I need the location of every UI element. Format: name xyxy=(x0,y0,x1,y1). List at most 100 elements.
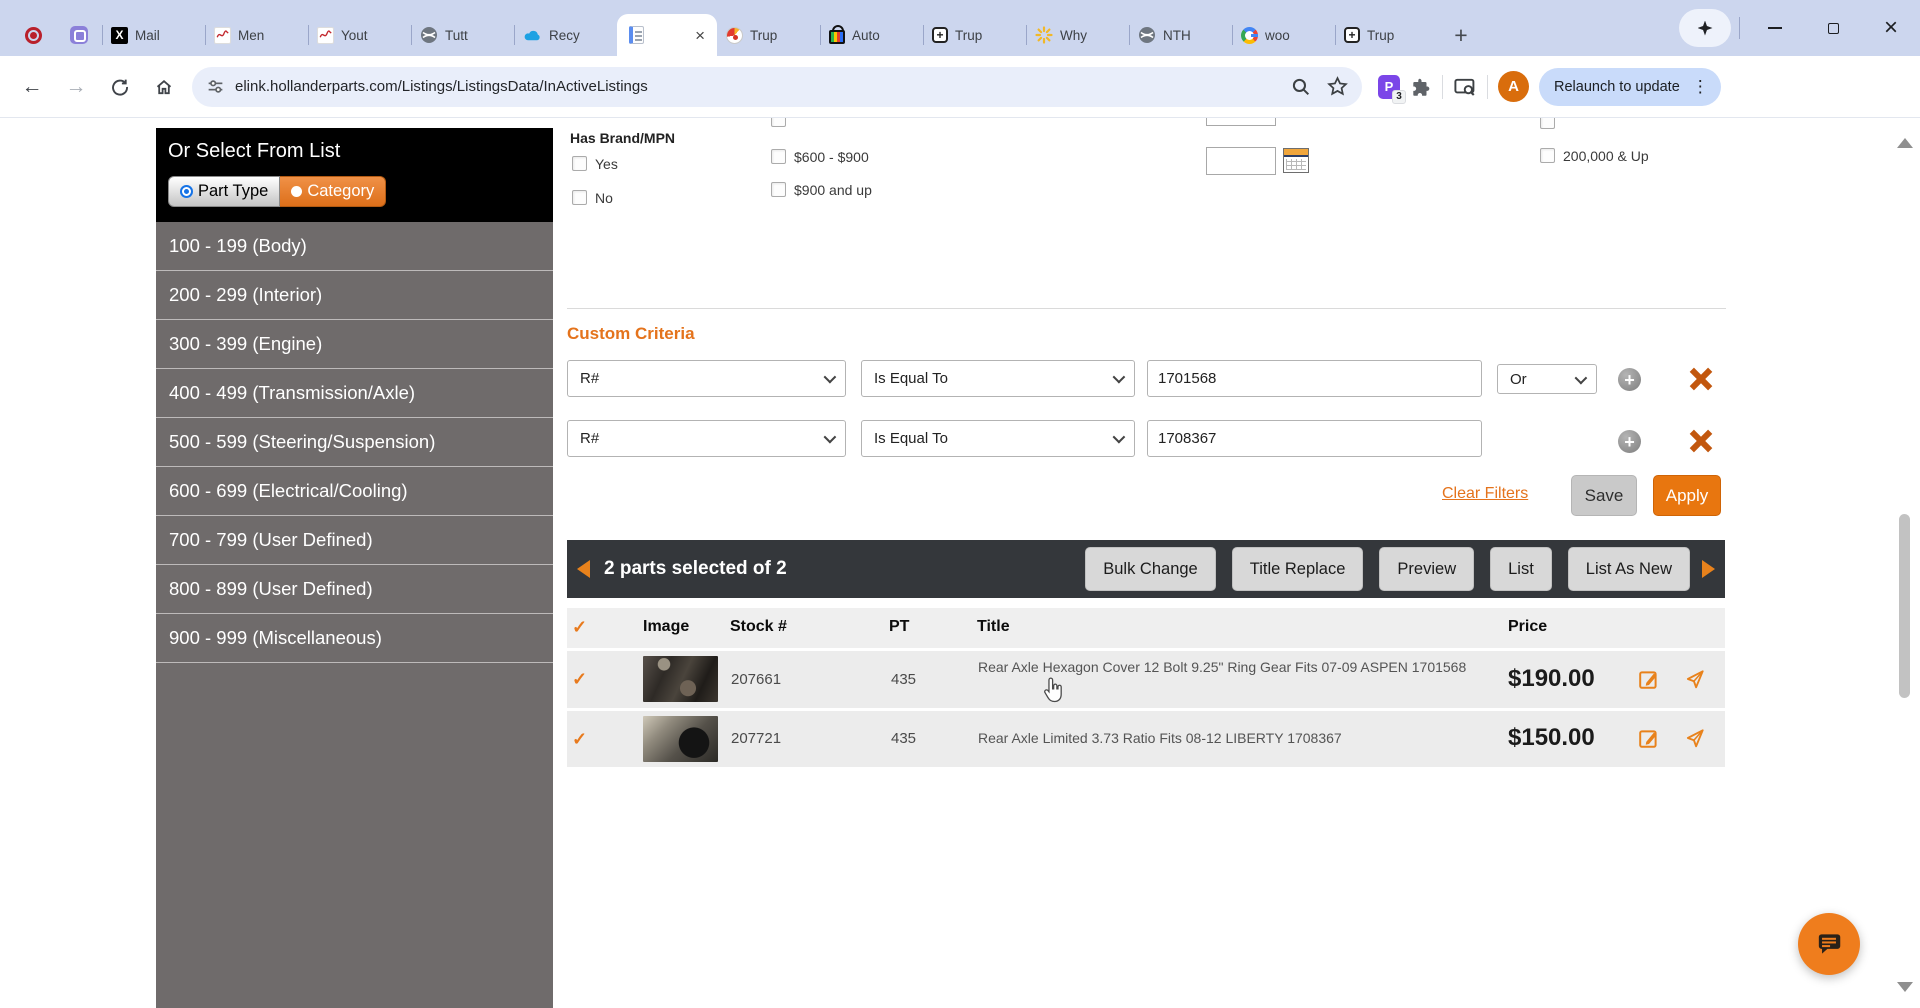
browser-ai-button[interactable] xyxy=(1679,9,1731,47)
date-input[interactable] xyxy=(1206,147,1276,175)
tab-tutt[interactable]: Tutt xyxy=(411,14,514,56)
price-900-up-checkbox[interactable] xyxy=(771,182,786,197)
criteria-operator-select-1[interactable]: Is Equal To xyxy=(861,360,1135,397)
toggle-part-type-label: Part Type xyxy=(198,182,269,200)
tab-nth[interactable]: NTH xyxy=(1129,14,1232,56)
tab-label: NTH xyxy=(1163,27,1191,43)
back-button[interactable]: ← xyxy=(10,65,54,109)
price-600-900-checkbox[interactable] xyxy=(771,149,786,164)
cropped-input[interactable] xyxy=(1206,118,1276,126)
scrollbar-down-icon[interactable] xyxy=(1897,982,1913,992)
forward-button[interactable]: → xyxy=(54,65,98,109)
send-icon[interactable] xyxy=(1684,668,1706,690)
custom-criteria-title: Custom Criteria xyxy=(567,324,695,343)
price-cropped-checkbox[interactable] xyxy=(771,118,786,127)
close-window-button[interactable]: × xyxy=(1862,0,1920,56)
tab-trup-1[interactable]: Trup xyxy=(717,14,820,56)
remove-criteria-button-1[interactable] xyxy=(1689,367,1713,391)
sidebar-item-interior[interactable]: 200 - 299 (Interior) xyxy=(156,271,553,320)
tab-trup-2[interactable]: Trup xyxy=(923,14,1026,56)
criteria-value-input-2[interactable] xyxy=(1147,420,1482,457)
sidebar-item-body[interactable]: 100 - 199 (Body) xyxy=(156,222,553,271)
chat-widget-button[interactable] xyxy=(1798,913,1860,975)
row-selected-check-icon[interactable]: ✓ xyxy=(572,669,587,690)
page-prev-icon[interactable] xyxy=(577,560,590,578)
tab-active-listings[interactable]: × xyxy=(617,14,717,56)
list-button[interactable]: List xyxy=(1490,547,1552,591)
mileage-200k-up-checkbox[interactable] xyxy=(1540,148,1555,163)
new-tab-button[interactable]: + xyxy=(1438,14,1484,56)
listing-title-link[interactable]: Rear Axle Hexagon Cover 12 Bolt 9.25" Ri… xyxy=(978,659,1468,676)
calendar-icon[interactable] xyxy=(1283,148,1309,173)
preview-button[interactable]: Preview xyxy=(1379,547,1475,591)
tab-why[interactable]: Why xyxy=(1026,14,1129,56)
row-selected-check-icon[interactable]: ✓ xyxy=(572,729,587,750)
mileage-cropped-checkbox[interactable] xyxy=(1540,118,1555,129)
page-next-icon[interactable] xyxy=(1702,560,1715,578)
browser-toolbar: ← → elink.hollanderparts.com/Listings/Li… xyxy=(0,56,1920,118)
tab-trup-3[interactable]: Trup xyxy=(1335,14,1438,56)
tab-yout[interactable]: Yout xyxy=(308,14,411,56)
apply-button[interactable]: Apply xyxy=(1653,475,1721,516)
password-extension-icon[interactable]: P 3 xyxy=(1378,74,1406,104)
criteria-conjunction-select[interactable]: Or xyxy=(1497,364,1597,394)
select-all-check-icon[interactable]: ✓ xyxy=(572,617,587,638)
sidebar-item-transmission[interactable]: 400 - 499 (Transmission/Axle) xyxy=(156,369,553,418)
pinned-tab-app[interactable] xyxy=(56,14,102,56)
criteria-value-input-1[interactable] xyxy=(1147,360,1482,397)
toggle-category[interactable]: Category xyxy=(280,176,387,207)
save-button[interactable]: Save xyxy=(1571,475,1637,516)
edit-icon[interactable] xyxy=(1638,668,1660,690)
tab-woo[interactable]: woo xyxy=(1232,14,1335,56)
clear-filters-link[interactable]: Clear Filters xyxy=(1442,485,1528,503)
restore-button[interactable] xyxy=(1804,0,1862,56)
tab-recy[interactable]: Recy xyxy=(514,14,617,56)
sidebar-item-steering[interactable]: 500 - 599 (Steering/Suspension) xyxy=(156,418,553,467)
toggle-category-label: Category xyxy=(307,182,375,200)
relaunch-button[interactable]: Relaunch to update ⋮ xyxy=(1539,67,1721,106)
brand-yes-checkbox[interactable] xyxy=(572,156,587,171)
profile-avatar[interactable]: A xyxy=(1498,71,1529,102)
sidebar-item-user-defined-700[interactable]: 700 - 799 (User Defined) xyxy=(156,516,553,565)
tab-auto[interactable]: Auto xyxy=(820,14,923,56)
part-photo-thumbnail[interactable] xyxy=(643,716,718,762)
add-criteria-button-2[interactable]: + xyxy=(1618,430,1641,453)
extensions-puzzle-icon[interactable] xyxy=(1410,76,1432,98)
bookmark-star-icon[interactable] xyxy=(1327,76,1348,97)
edit-icon[interactable] xyxy=(1638,727,1660,749)
criteria-field-select-1[interactable]: R# xyxy=(567,360,846,397)
listing-title-link[interactable]: Rear Axle Limited 3.73 Ratio Fits 08-12 … xyxy=(978,730,1468,747)
brand-no-checkbox[interactable] xyxy=(572,190,587,205)
criteria-operator-select-2[interactable]: Is Equal To xyxy=(861,420,1135,457)
remove-criteria-button-2[interactable] xyxy=(1689,429,1713,453)
google-g-icon xyxy=(1241,26,1258,44)
title-replace-button[interactable]: Title Replace xyxy=(1231,547,1364,591)
toggle-part-type[interactable]: Part Type xyxy=(168,176,281,207)
criteria-field-select-2[interactable]: R# xyxy=(567,420,846,457)
list-as-new-button[interactable]: List As New xyxy=(1567,547,1690,591)
zoom-icon[interactable] xyxy=(1291,77,1311,97)
scrollbar-thumb[interactable] xyxy=(1899,514,1910,698)
pinned-tab-record[interactable] xyxy=(10,14,56,56)
reload-button[interactable] xyxy=(98,65,142,109)
sidebar-item-miscellaneous[interactable]: 900 - 999 (Miscellaneous) xyxy=(156,614,553,663)
page-content: Or Select From List Part Type Category 1… xyxy=(0,118,1920,1008)
scrollbar-up-icon[interactable] xyxy=(1897,138,1913,148)
part-photo-thumbnail[interactable] xyxy=(643,656,718,702)
send-icon[interactable] xyxy=(1684,727,1706,749)
reading-mode-icon[interactable] xyxy=(1453,76,1477,98)
minimize-button[interactable] xyxy=(1746,0,1804,56)
close-tab-icon[interactable]: × xyxy=(695,27,705,44)
menu-kebab-icon[interactable]: ⋮ xyxy=(1692,77,1709,97)
tab-mail[interactable]: Mail xyxy=(102,14,205,56)
bulk-change-button[interactable]: Bulk Change xyxy=(1085,547,1216,591)
table-row: ✓ 207721 435 Rear Axle Limited 3.73 Rati… xyxy=(567,711,1725,767)
home-button[interactable] xyxy=(142,65,186,109)
tab-men[interactable]: Men xyxy=(205,14,308,56)
sidebar-item-user-defined-800[interactable]: 800 - 899 (User Defined) xyxy=(156,565,553,614)
add-criteria-button-1[interactable]: + xyxy=(1618,368,1641,391)
sidebar-item-electrical[interactable]: 600 - 699 (Electrical/Cooling) xyxy=(156,467,553,516)
site-settings-icon[interactable] xyxy=(206,77,225,96)
sidebar-item-engine[interactable]: 300 - 399 (Engine) xyxy=(156,320,553,369)
address-bar[interactable]: elink.hollanderparts.com/Listings/Listin… xyxy=(192,66,1362,107)
